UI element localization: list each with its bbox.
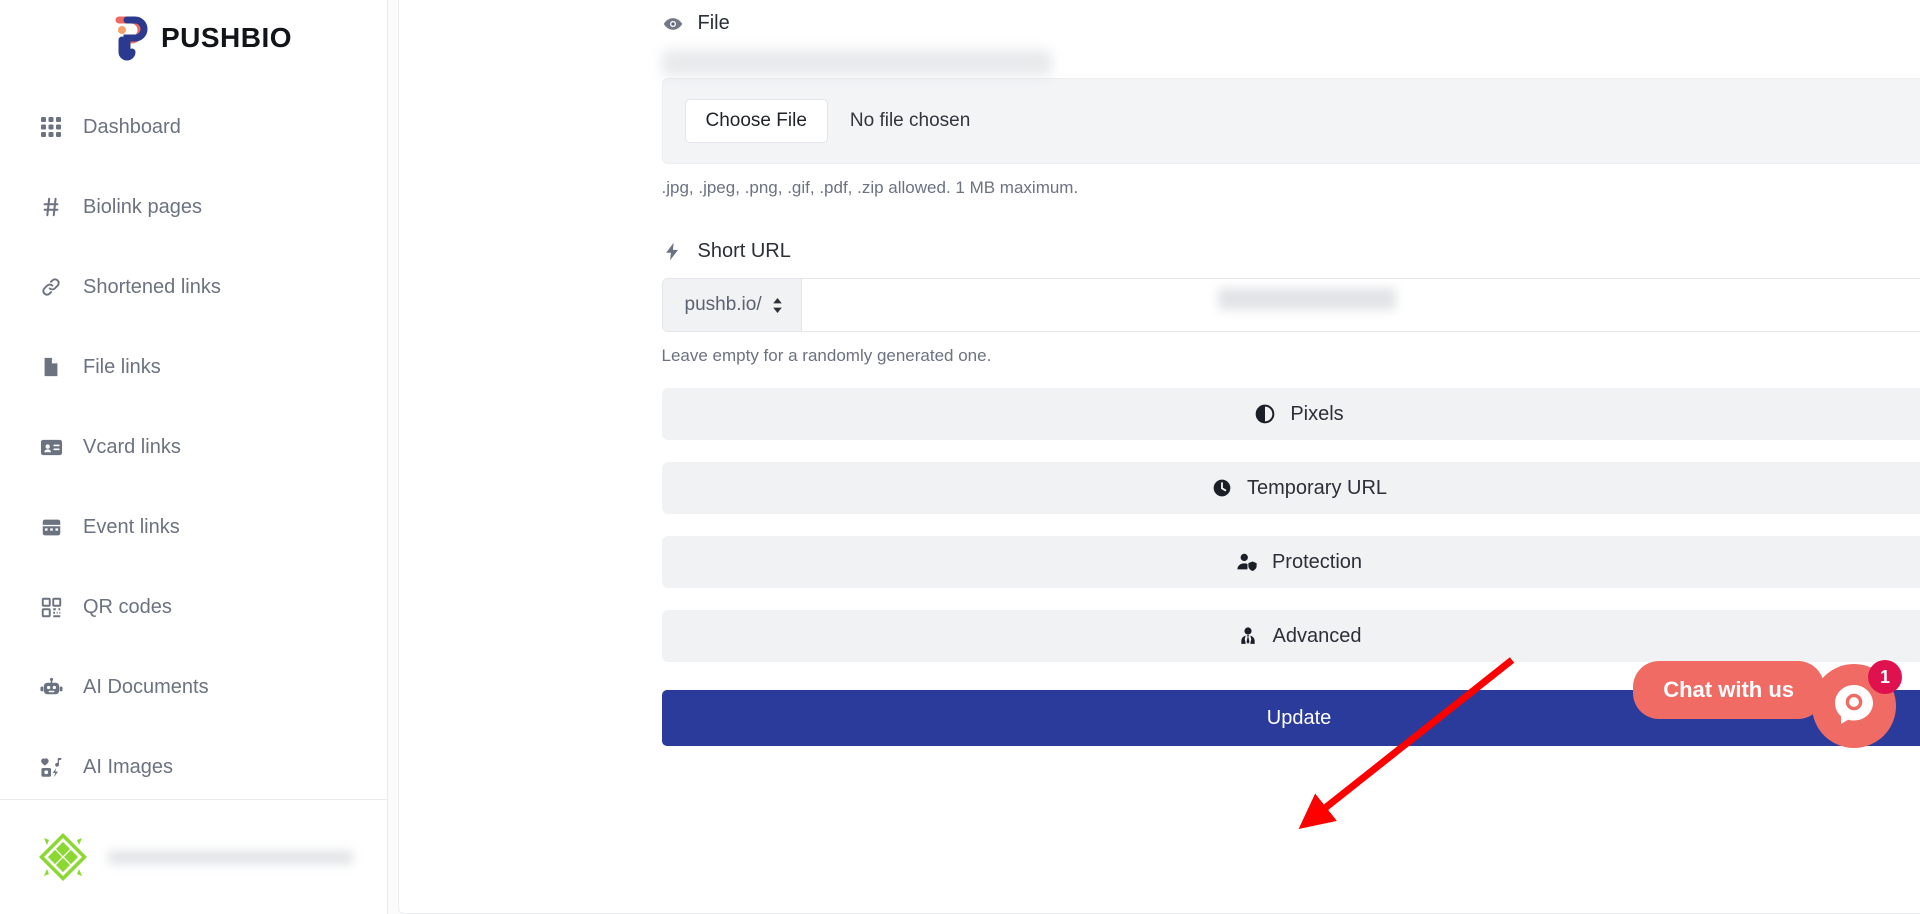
short-url-slug-input[interactable] xyxy=(801,279,1920,331)
sidebar-item-label: AI Documents xyxy=(83,675,209,698)
hash-icon xyxy=(38,194,64,220)
short-url-input-group: pushb.io/ xyxy=(661,278,1920,332)
user-avatar-icon xyxy=(36,830,90,884)
sidebar-item-label: AI Images xyxy=(83,755,174,778)
section-button-label: Protection xyxy=(1271,550,1363,573)
brand-name: PUSHBIO xyxy=(160,21,293,53)
short-url-hint-text: Leave empty for a randomly generated one… xyxy=(661,346,992,365)
robot-icon xyxy=(38,674,64,700)
section-button-label: Pixels xyxy=(1290,402,1344,425)
chat-bubble[interactable]: Chat with us xyxy=(1633,661,1834,719)
short-url-label-text: Short URL xyxy=(697,240,791,262)
sidebar-item-ai-images[interactable]: AI Images xyxy=(0,727,387,799)
id-card-icon xyxy=(38,434,64,460)
sidebar-item-biolink-pages[interactable]: Biolink pages xyxy=(0,167,387,247)
section-button-temporary-url[interactable]: Temporary URL xyxy=(661,462,1920,514)
sidebar-nav: Dashboard Biolink pages Shortened links … xyxy=(0,75,387,799)
file-label-text: File xyxy=(697,12,730,34)
user-identity xyxy=(108,850,393,864)
chat-unread-badge: 1 xyxy=(1868,660,1902,694)
section-button-label: Temporary URL xyxy=(1246,476,1388,499)
sidebar: PUSHBIO Dashboard Biolink pages Shortene… xyxy=(0,0,388,914)
domain-select[interactable]: pushb.io/ xyxy=(662,279,802,331)
sidebar-item-label: File links xyxy=(83,355,161,378)
section-button-pixels[interactable]: Pixels xyxy=(661,388,1920,440)
user-shield-icon xyxy=(1236,551,1258,573)
eye-icon xyxy=(662,13,684,35)
calendar-icon xyxy=(38,514,64,540)
form-body: File Choose File No file chosen .jpg, .j… xyxy=(661,0,1920,746)
brand-logo-block[interactable]: PUSHBIO xyxy=(0,0,387,75)
short-url-input-wrap: pushb.io/ xyxy=(661,278,1920,332)
file-status-text: No file chosen xyxy=(849,110,971,131)
ai-image-icon xyxy=(38,754,64,780)
sidebar-item-event-links[interactable]: Event links xyxy=(0,487,387,567)
chat-bubble-label: Chat with us xyxy=(1663,677,1794,702)
sidebar-item-dashboard[interactable]: Dashboard xyxy=(0,87,387,167)
sidebar-item-label: Shortened links xyxy=(83,275,221,298)
app-root: PUSHBIO Dashboard Biolink pages Shortene… xyxy=(0,0,1920,914)
chevron-updown-icon xyxy=(772,297,783,313)
file-input-row[interactable]: Choose File No file chosen xyxy=(661,78,1920,164)
grid-icon xyxy=(38,114,64,140)
contrast-circle-icon xyxy=(1254,403,1276,425)
link-icon xyxy=(38,274,64,300)
choose-file-button[interactable]: Choose File xyxy=(684,99,828,143)
form-card: File Choose File No file chosen .jpg, .j… xyxy=(398,0,1920,914)
lightning-icon xyxy=(662,241,684,263)
section-button-label: Advanced xyxy=(1272,624,1362,647)
qr-code-icon xyxy=(38,594,64,620)
domain-select-value: pushb.io/ xyxy=(684,294,762,315)
pushbio-logo-icon xyxy=(105,14,153,62)
clock-icon xyxy=(1211,477,1233,499)
file-icon xyxy=(38,354,64,380)
section-button-protection[interactable]: Protection xyxy=(661,536,1920,588)
sidebar-item-label: Dashboard xyxy=(83,115,181,138)
sidebar-item-vcard-links[interactable]: Vcard links xyxy=(0,407,387,487)
sidebar-item-file-links[interactable]: File links xyxy=(0,327,387,407)
file-hint-text: .jpg, .jpeg, .png, .gif, .pdf, .zip allo… xyxy=(661,178,1079,197)
short-url-field-label: Short URL xyxy=(662,240,1920,263)
sidebar-item-ai-documents[interactable]: AI Documents xyxy=(0,647,387,727)
sidebar-item-shortened-links[interactable]: Shortened links xyxy=(0,247,387,327)
file-field-label: File xyxy=(662,12,1920,35)
sidebar-user-profile[interactable] xyxy=(0,799,387,914)
sidebar-item-label: Event links xyxy=(83,515,180,538)
section-button-advanced[interactable]: Advanced xyxy=(661,610,1920,662)
user-tie-icon xyxy=(1237,625,1259,647)
file-name-redacted xyxy=(661,50,1052,76)
main-content: File Choose File No file chosen .jpg, .j… xyxy=(388,0,1920,914)
sidebar-item-label: QR codes xyxy=(83,595,172,618)
sidebar-item-label: Biolink pages xyxy=(83,195,202,218)
user-email-redacted xyxy=(108,850,353,864)
sidebar-item-qr-codes[interactable]: QR codes xyxy=(0,567,387,647)
sidebar-item-label: Vcard links xyxy=(83,435,181,458)
